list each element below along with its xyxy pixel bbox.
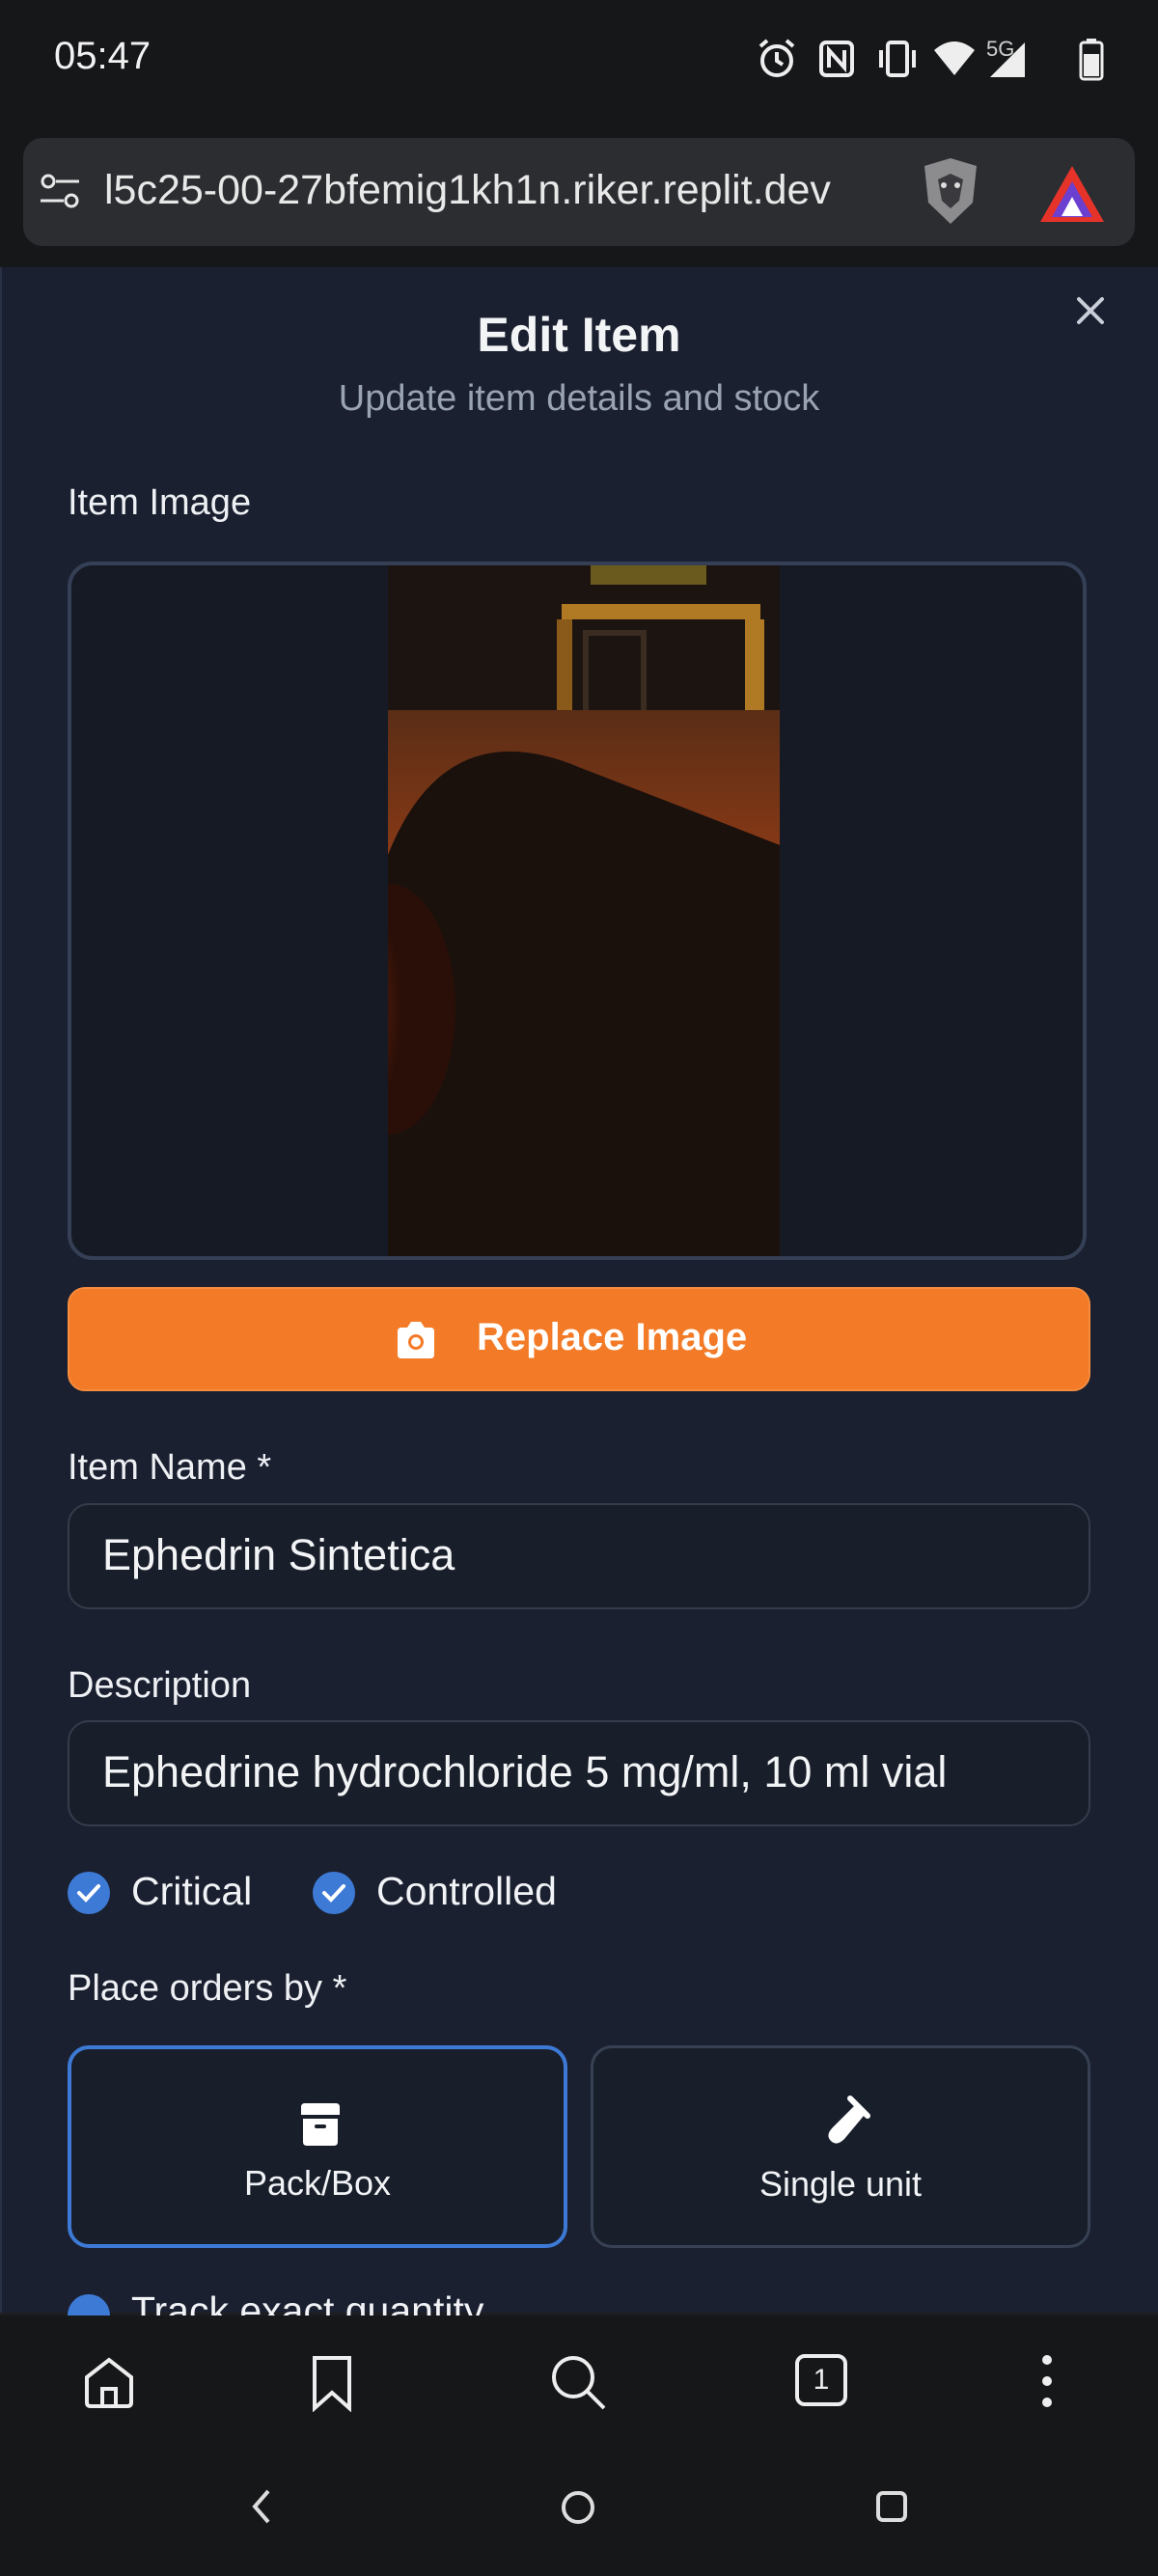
item-name-value: Ephedrin Sintetica (102, 1530, 455, 1579)
brave-rewards-icon[interactable] (1038, 164, 1106, 224)
url-text[interactable]: l5c25-00-27bfemig1kh1n.riker.replit.dev (104, 167, 831, 214)
bookmark-icon[interactable] (309, 2354, 355, 2412)
site-settings-icon[interactable] (39, 170, 81, 212)
item-photo (388, 565, 780, 1256)
signal-icon (990, 42, 1025, 77)
browser-bottom-nav: 1 (0, 2316, 1158, 2441)
tabs-button[interactable]: 1 (795, 2354, 847, 2406)
camera-icon (398, 1322, 434, 1358)
replace-image-button[interactable]: Replace Image (68, 1287, 1090, 1391)
status-bar: 05:47 5G (0, 0, 1158, 121)
item-name-input[interactable]: Ephedrin Sintetica (68, 1503, 1090, 1609)
search-icon[interactable] (548, 2352, 608, 2412)
critical-label[interactable]: Critical (131, 1869, 252, 1914)
pack-box-label: Pack/Box (243, 2163, 392, 2203)
place-orders-label: Place orders by * (68, 1968, 347, 2009)
item-image-preview (68, 562, 1087, 1260)
modal-subtitle: Update item details and stock (338, 378, 820, 419)
battery-icon (1079, 39, 1104, 81)
description-value: Ephedrine hydrochloride 5 mg/ml, 10 ml v… (102, 1747, 948, 1796)
status-time: 05:47 (54, 35, 152, 77)
modal-title: Edit Item (477, 308, 681, 362)
description-input[interactable]: Ephedrine hydrochloride 5 mg/ml, 10 ml v… (68, 1720, 1090, 1826)
item-name-label: Item Name * (68, 1447, 272, 1488)
more-menu-icon[interactable] (1040, 2352, 1054, 2410)
brave-shields-icon[interactable] (917, 154, 984, 228)
recents-icon[interactable] (874, 2489, 909, 2524)
single-unit-label: Single unit (758, 2164, 923, 2204)
controlled-label[interactable]: Controlled (376, 1869, 557, 1914)
track-quantity-label: Track exact quantity (131, 2292, 484, 2316)
order-option-pack-box[interactable]: Pack/Box (68, 2045, 567, 2248)
order-option-single-unit[interactable]: Single unit (591, 2045, 1090, 2248)
replace-image-label: Replace Image (477, 1316, 748, 1358)
nfc-icon (819, 41, 854, 77)
home-nav-icon[interactable] (560, 2489, 596, 2526)
back-icon[interactable] (247, 2487, 276, 2526)
track-quantity-row[interactable]: Track exact quantity (68, 2292, 1090, 2316)
test-tube-icon (828, 2096, 870, 2144)
box-icon (301, 2103, 340, 2146)
track-quantity-checkbox[interactable] (68, 2294, 110, 2316)
home-icon[interactable] (81, 2354, 137, 2410)
close-icon[interactable] (1069, 289, 1112, 332)
checkmark-icon (77, 1884, 100, 1903)
wifi-icon (934, 41, 975, 75)
checkmark-icon (322, 1884, 345, 1903)
item-image-label: Item Image (68, 482, 252, 523)
description-label: Description (68, 1665, 252, 1706)
controlled-checkbox[interactable] (313, 1872, 355, 1914)
vibrate-icon (879, 41, 916, 77)
critical-checkbox[interactable] (68, 1872, 110, 1914)
alarm-icon (758, 39, 795, 77)
system-nav-bar (0, 2441, 1158, 2576)
